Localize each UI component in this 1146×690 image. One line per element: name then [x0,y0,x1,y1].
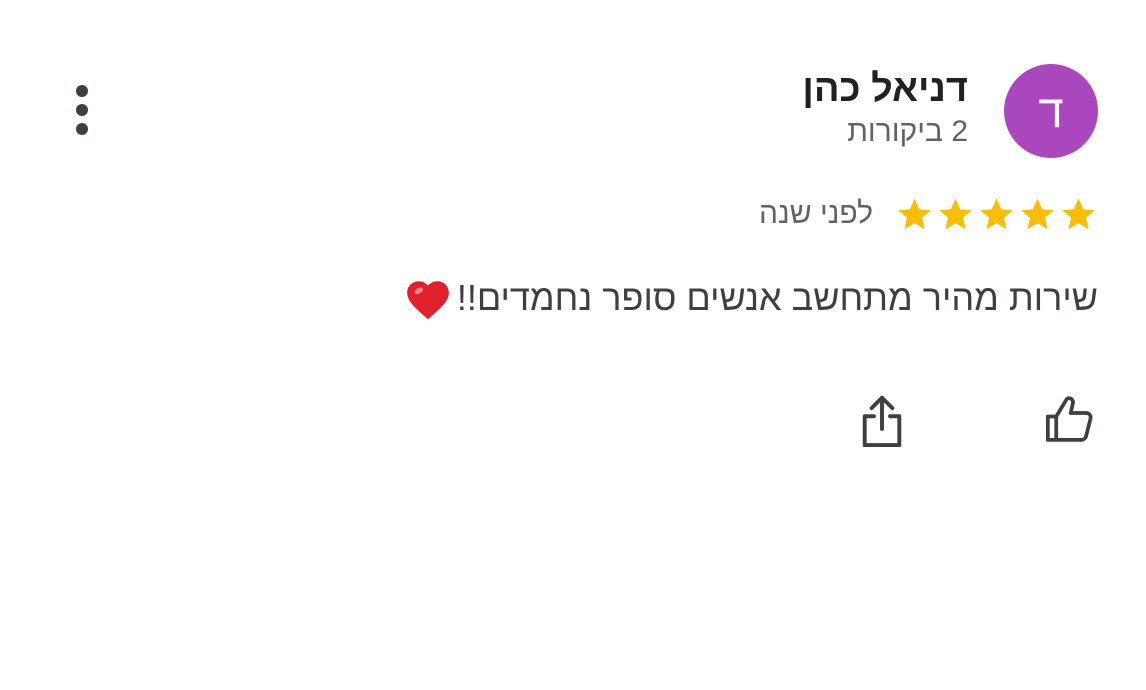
more-vert-icon-dot [76,104,88,116]
avatar-letter: ד [1038,85,1064,137]
share-button[interactable] [854,392,910,452]
star-icon [1062,198,1095,229]
author-review-count: 2 ביקורות [847,115,968,148]
star-icon [980,198,1013,229]
thumb-up-icon [1045,396,1093,442]
more-options-button[interactable] [58,80,106,140]
more-vert-icon-dot [76,123,88,135]
author-name[interactable]: דניאל כהן [802,66,968,112]
author-info: דניאל כהן 2 ביקורות [802,66,968,152]
star-rating [895,195,1098,234]
like-button[interactable] [1042,390,1098,450]
star-icon [1021,198,1054,229]
more-vert-icon [76,85,88,97]
review-text: שירות מהיר מתחשב אנשים סופר נחמדים!! [403,270,1098,326]
avatar[interactable]: ד [1004,64,1098,158]
star-icon [939,198,972,229]
review-date: לפני שנה [759,197,873,230]
star-icon [898,198,931,229]
review-card: ד דניאל כהן 2 ביקורות לפני שנה שירות מהי… [0,0,1146,690]
rating-row: לפני שנה [759,192,1098,236]
review-text-body: שירות מהיר מתחשב אנשים סופר נחמדים!! [456,277,1098,318]
share-icon [862,395,902,448]
red-heart-icon [407,281,449,320]
